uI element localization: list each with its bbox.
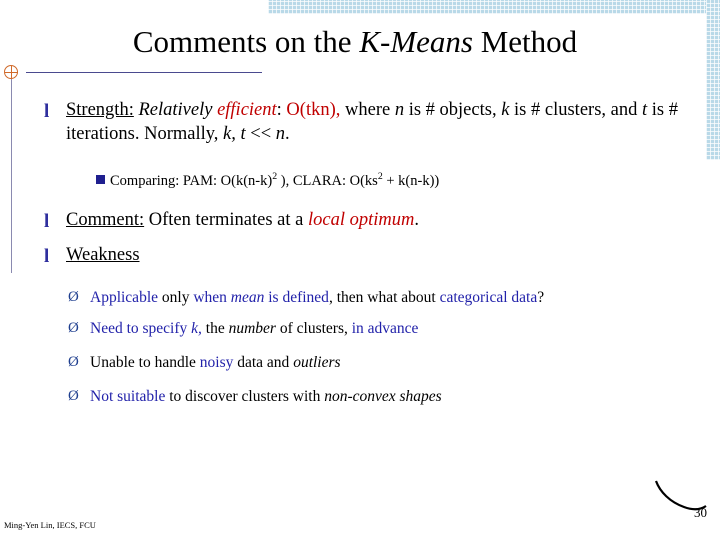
- w2-s0: Need to specify: [90, 320, 192, 337]
- var-kt: k, t: [223, 124, 246, 145]
- w4-s2: suitable: [117, 388, 166, 405]
- comparing-before: Comparing: PAM: O(k(n-k): [110, 172, 273, 189]
- relatively-word: Relatively: [138, 100, 213, 120]
- w3-s1: noisy: [199, 354, 234, 371]
- footer-author: Ming-Yen Lin, IECS, FCU: [4, 520, 96, 530]
- sp3: :: [276, 100, 287, 120]
- title-part-1: Comments on the: [132, 24, 360, 59]
- weakness-item-3: Ø Unable to handle noisy data and outlie…: [68, 354, 688, 372]
- w4-s3: to discover clusters with: [165, 388, 325, 405]
- local-optimum-phrase: local optimum: [308, 210, 415, 230]
- w2-s4: of clusters,: [275, 320, 352, 337]
- sub-bullet-comparing: Comparing: PAM: O(k(n-k)2 ), CLARA: O(ks…: [96, 171, 676, 190]
- w1-s2: when: [193, 289, 227, 306]
- title-part-3: Method: [472, 24, 578, 59]
- var-n-2: n: [275, 124, 286, 145]
- weakness-item-1-text: Applicable only when mean is defined, th…: [90, 289, 688, 307]
- weakness-item-1: Ø Applicable only when mean is defined, …: [68, 289, 688, 307]
- arrow-bullet-icon: Ø: [68, 388, 79, 404]
- bullet-strength-text: Strength: Relatively efficient: O(tkn), …: [66, 98, 694, 147]
- bullet-marker: l: [44, 101, 50, 122]
- w2-s1: k,: [191, 320, 202, 337]
- comment-period: .: [414, 210, 419, 230]
- w3-s0: Unable to handle: [90, 354, 200, 371]
- sp4: where: [340, 100, 395, 120]
- w1-s1: only: [158, 289, 194, 306]
- bullet-comment: l Comment: Often terminates at a local o…: [44, 208, 694, 232]
- w3-s3: outliers: [293, 354, 341, 371]
- w1-s4: mean: [230, 289, 265, 306]
- w1-s7: , then what about: [328, 289, 440, 306]
- complexity-expr: O(tkn),: [286, 100, 341, 120]
- w1-s0: Applicable: [90, 289, 159, 306]
- w1-s9: ?: [537, 289, 545, 306]
- weakness-item-2: Ø Need to specify k, the number of clust…: [68, 320, 688, 338]
- weakness-text: Weakness: [66, 243, 694, 267]
- left-vertical-rule: [11, 73, 12, 273]
- sp6: is # clusters, and: [509, 100, 642, 120]
- comparing-mid: ), CLARA: O(ks: [277, 172, 378, 189]
- slide-canvas: Comments on the K-Means Method l Strengt…: [0, 0, 720, 540]
- strength-label: Strength:: [66, 100, 134, 120]
- comment-text: Comment: Often terminates at a local opt…: [66, 208, 694, 232]
- weakness-item-3-text: Unable to handle noisy data and outliers: [90, 354, 688, 372]
- arrow-bullet-icon: Ø: [68, 289, 79, 305]
- comment-body: Often terminates at a: [144, 210, 308, 230]
- square-bullet-icon: [96, 175, 105, 184]
- arrow-bullet-icon: Ø: [68, 354, 79, 370]
- sp5: is # objects,: [404, 100, 502, 120]
- bullet-strength: l Strength: Relatively efficient: O(tkn)…: [44, 98, 694, 147]
- title-part-2-italic: K-Means: [359, 24, 473, 59]
- comparing-after: + k(n-k)): [382, 172, 440, 189]
- w2-s2: the: [201, 320, 229, 337]
- arrow-bullet-icon: Ø: [68, 320, 79, 336]
- w2-s5: in advance: [351, 320, 419, 337]
- bullet-marker: l: [44, 246, 50, 267]
- sp8: <<: [245, 124, 276, 145]
- weakness-label: Weakness: [66, 245, 140, 265]
- efficient-word: efficient: [217, 100, 277, 120]
- plus-circle-icon: [4, 65, 20, 81]
- weakness-item-4: Ø Not suitable to discover clusters with…: [68, 388, 688, 406]
- top-decorative-band: [268, 0, 720, 14]
- w4-s0: Not: [90, 388, 114, 405]
- var-n-1: n: [394, 100, 405, 120]
- bullet-marker: l: [44, 211, 50, 232]
- bullet-weakness: l Weakness: [44, 243, 694, 267]
- weakness-item-4-text: Not suitable to discover clusters with n…: [90, 388, 688, 406]
- w1-s6: is defined: [268, 289, 329, 306]
- page-title: Comments on the K-Means Method: [0, 24, 710, 60]
- page-number: 30: [694, 505, 707, 520]
- w2-s3: number: [228, 320, 276, 337]
- title-underline-rule: [26, 72, 262, 73]
- comment-label: Comment:: [66, 210, 145, 230]
- sp9: .: [285, 124, 290, 145]
- w1-s8: categorical data: [439, 289, 538, 306]
- weakness-item-2-text: Need to specify k, the number of cluster…: [90, 320, 688, 338]
- w4-s4: non-convex shapes: [324, 388, 442, 405]
- w3-s2: data and: [233, 354, 294, 371]
- comparing-text: Comparing: PAM: O(k(n-k)2 ), CLARA: O(ks…: [110, 171, 676, 190]
